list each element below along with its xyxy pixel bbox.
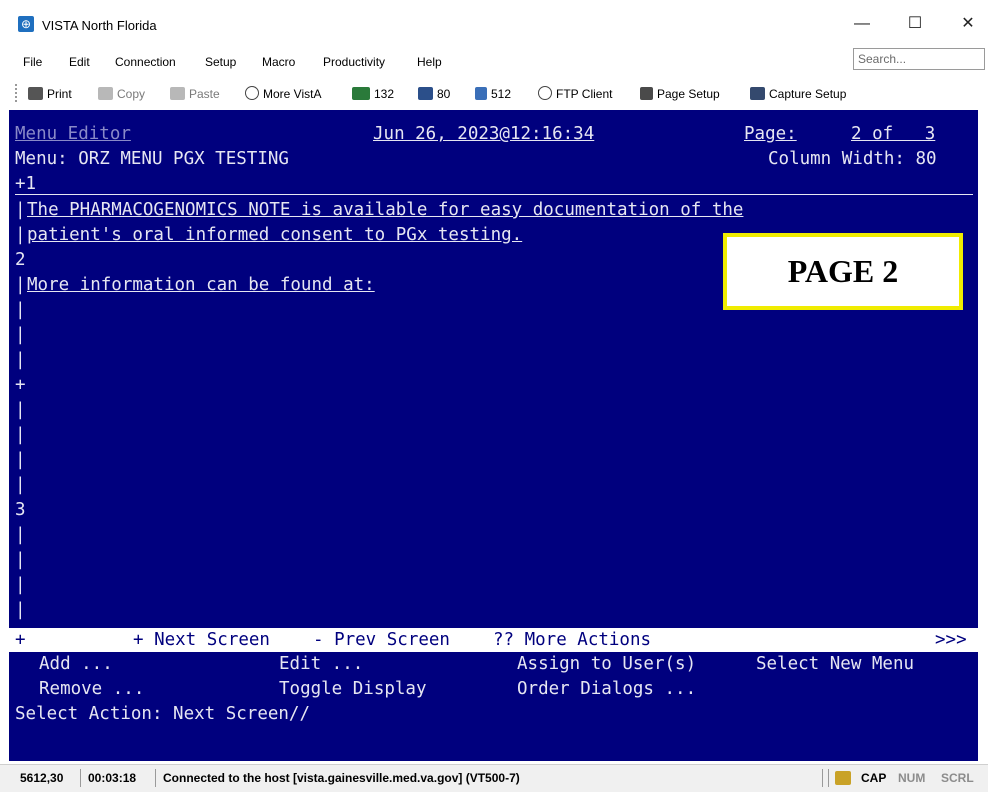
remove-action[interactable]: Remove ... xyxy=(39,678,144,700)
menu-macro[interactable]: Macro xyxy=(262,55,295,69)
status-divider xyxy=(822,769,823,787)
row-marker: | xyxy=(15,600,26,620)
scroll-lock-indicator: SCRL xyxy=(941,771,974,785)
next-screen-action[interactable]: + Next Screen xyxy=(133,629,270,651)
row-marker: | xyxy=(15,575,26,595)
header-rule xyxy=(15,194,973,195)
row-marker: | xyxy=(15,475,26,495)
columns-80-icon xyxy=(418,87,433,100)
item-number-2: 2 xyxy=(15,250,26,270)
item-number-plus1: +1 xyxy=(15,174,37,194)
columns-132-icon xyxy=(352,87,370,100)
printer-icon xyxy=(28,87,43,100)
title-bar: ⊕ VISTA North Florida — ☐ ✕ xyxy=(0,0,988,44)
more-info-text: More information can be found at: xyxy=(27,275,375,295)
menu-file[interactable]: File xyxy=(23,55,42,69)
menu-productivity[interactable]: Productivity xyxy=(323,55,385,69)
elapsed-time: 00:03:18 xyxy=(88,771,137,785)
select-action-prompt[interactable]: Select Action: Next Screen// xyxy=(15,703,310,725)
bar-plus: + xyxy=(15,630,26,650)
lock-icon xyxy=(835,771,851,785)
toolbar: Print Copy Paste More VistA 132 80 512 F… xyxy=(0,80,988,106)
menu-edit[interactable]: Edit xyxy=(69,55,90,69)
assign-to-users-action[interactable]: Assign to User(s) xyxy=(517,653,696,675)
status-divider xyxy=(828,769,829,787)
status-divider xyxy=(155,769,156,787)
item-number-plus: + xyxy=(15,375,26,395)
row-marker: | xyxy=(15,350,26,370)
page-setup-button[interactable]: Page Setup xyxy=(640,85,720,103)
caps-lock-indicator: CAP xyxy=(861,771,887,785)
row-marker: | xyxy=(15,200,26,220)
minimize-button[interactable]: — xyxy=(842,12,882,36)
connection-status: Connected to the host [vista.gainesville… xyxy=(163,771,520,785)
add-action[interactable]: Add ... xyxy=(39,653,113,675)
paste-icon xyxy=(170,87,185,100)
buffer-512-icon xyxy=(475,87,487,100)
header-datetime: Jun 26, 2023@12:16:34 xyxy=(373,124,595,144)
note-text-line1: The PHARMACOGENOMICS NOTE is available f… xyxy=(27,200,744,220)
select-new-menu-action[interactable]: Select New Menu xyxy=(756,653,914,675)
print-button[interactable]: Print xyxy=(28,85,72,103)
status-divider xyxy=(80,769,81,787)
menu-bar: File Edit Connection Setup Macro Product… xyxy=(0,48,988,74)
column-width-label: Column Width: 80 xyxy=(768,149,937,169)
page-setup-icon xyxy=(640,87,653,100)
window-title: VISTA North Florida xyxy=(42,18,157,33)
more-indicator: >>> xyxy=(935,630,967,650)
menu-help[interactable]: Help xyxy=(417,55,442,69)
capture-icon xyxy=(750,87,765,100)
row-marker: | xyxy=(15,525,26,545)
ftp-icon xyxy=(538,86,552,100)
header-page-label: Page: xyxy=(744,124,797,144)
row-marker: | xyxy=(15,425,26,445)
row-marker: | xyxy=(15,400,26,420)
copy-button[interactable]: Copy xyxy=(98,85,145,103)
capture-setup-button[interactable]: Capture Setup xyxy=(750,85,846,103)
page-2-callout: PAGE 2 xyxy=(723,233,963,310)
columns-132-button[interactable]: 132 xyxy=(352,85,394,103)
ftp-client-button[interactable]: FTP Client xyxy=(538,85,612,103)
menu-editor-title: Menu Editor xyxy=(15,124,131,144)
action-bar: + + Next Screen - Prev Screen ?? More Ac… xyxy=(9,628,978,652)
search-input[interactable]: Search... xyxy=(853,48,985,70)
row-marker: | xyxy=(15,550,26,570)
status-bar: 5612,30 00:03:18 Connected to the host [… xyxy=(0,764,988,792)
more-actions-action[interactable]: ?? More Actions xyxy=(493,629,651,651)
columns-80-button[interactable]: 80 xyxy=(418,85,450,103)
menu-setup[interactable]: Setup xyxy=(205,55,236,69)
row-marker: | xyxy=(15,325,26,345)
close-button[interactable]: ✕ xyxy=(948,12,988,36)
header-page-value: 2 of 3 xyxy=(851,124,936,144)
row-marker: | xyxy=(15,300,26,320)
menu-name-line: Menu: ORZ MENU PGX TESTING xyxy=(15,149,289,169)
maximize-button[interactable]: ☐ xyxy=(895,12,935,36)
note-text-line2: patient's oral informed consent to PGx t… xyxy=(27,225,523,245)
copy-icon xyxy=(98,87,113,100)
more-vista-icon xyxy=(245,86,259,100)
cursor-position: 5612,30 xyxy=(20,771,64,785)
item-number-3: 3 xyxy=(15,500,26,520)
terminal-screen[interactable]: Menu Editor Jun 26, 2023@12:16:34 Page: … xyxy=(9,110,978,761)
edit-action[interactable]: Edit ... xyxy=(279,653,363,675)
menu-connection[interactable]: Connection xyxy=(115,55,176,69)
prev-screen-action[interactable]: - Prev Screen xyxy=(313,629,450,651)
paste-button[interactable]: Paste xyxy=(170,85,220,103)
toolbar-grip[interactable] xyxy=(15,84,21,102)
row-marker: | xyxy=(15,225,26,245)
order-dialogs-action[interactable]: Order Dialogs ... xyxy=(517,678,696,700)
row-marker: | xyxy=(15,450,26,470)
num-lock-indicator: NUM xyxy=(898,771,926,785)
more-vista-button[interactable]: More VistA xyxy=(245,85,321,103)
row-marker: | xyxy=(15,275,26,295)
buffer-512-button[interactable]: 512 xyxy=(475,85,511,103)
app-globe-icon: ⊕ xyxy=(18,16,34,32)
toggle-display-action[interactable]: Toggle Display xyxy=(279,678,427,700)
